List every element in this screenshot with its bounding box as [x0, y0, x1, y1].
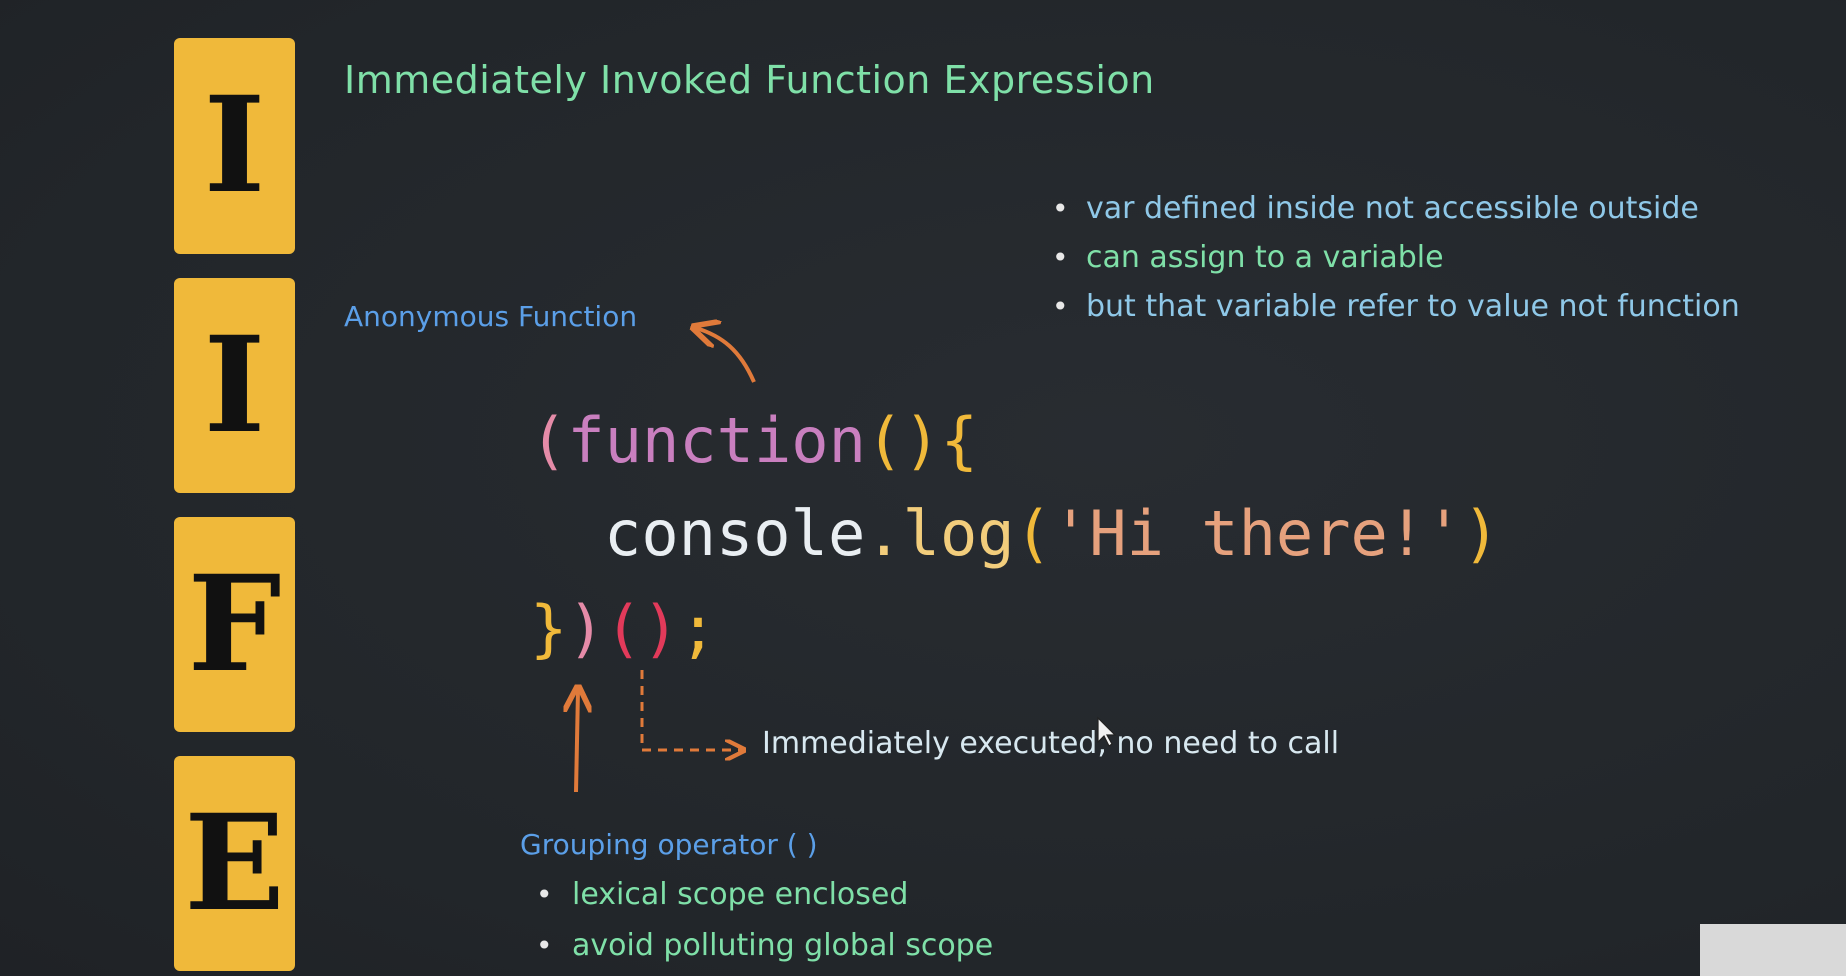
bullet-text: lexical scope enclosed	[572, 877, 909, 912]
list-item: avoid polluting global scope	[534, 920, 993, 971]
bullet-text: avoid polluting global scope	[572, 928, 994, 963]
list-item: lexical scope enclosed	[534, 869, 993, 920]
corner-overlay-box	[1700, 924, 1846, 976]
immediately-executed-label: Immediately executed, no need to call	[762, 726, 1340, 761]
up-arrow-icon	[576, 690, 578, 793]
curved-arrow-icon	[696, 328, 756, 383]
annotation-arrows	[0, 0, 1117, 793]
grouping-operator-label: Grouping operator ( )	[520, 828, 818, 861]
dashed-arrow-icon	[640, 670, 742, 750]
grouping-operator-list: lexical scope enclosed avoid polluting g…	[534, 869, 993, 971]
